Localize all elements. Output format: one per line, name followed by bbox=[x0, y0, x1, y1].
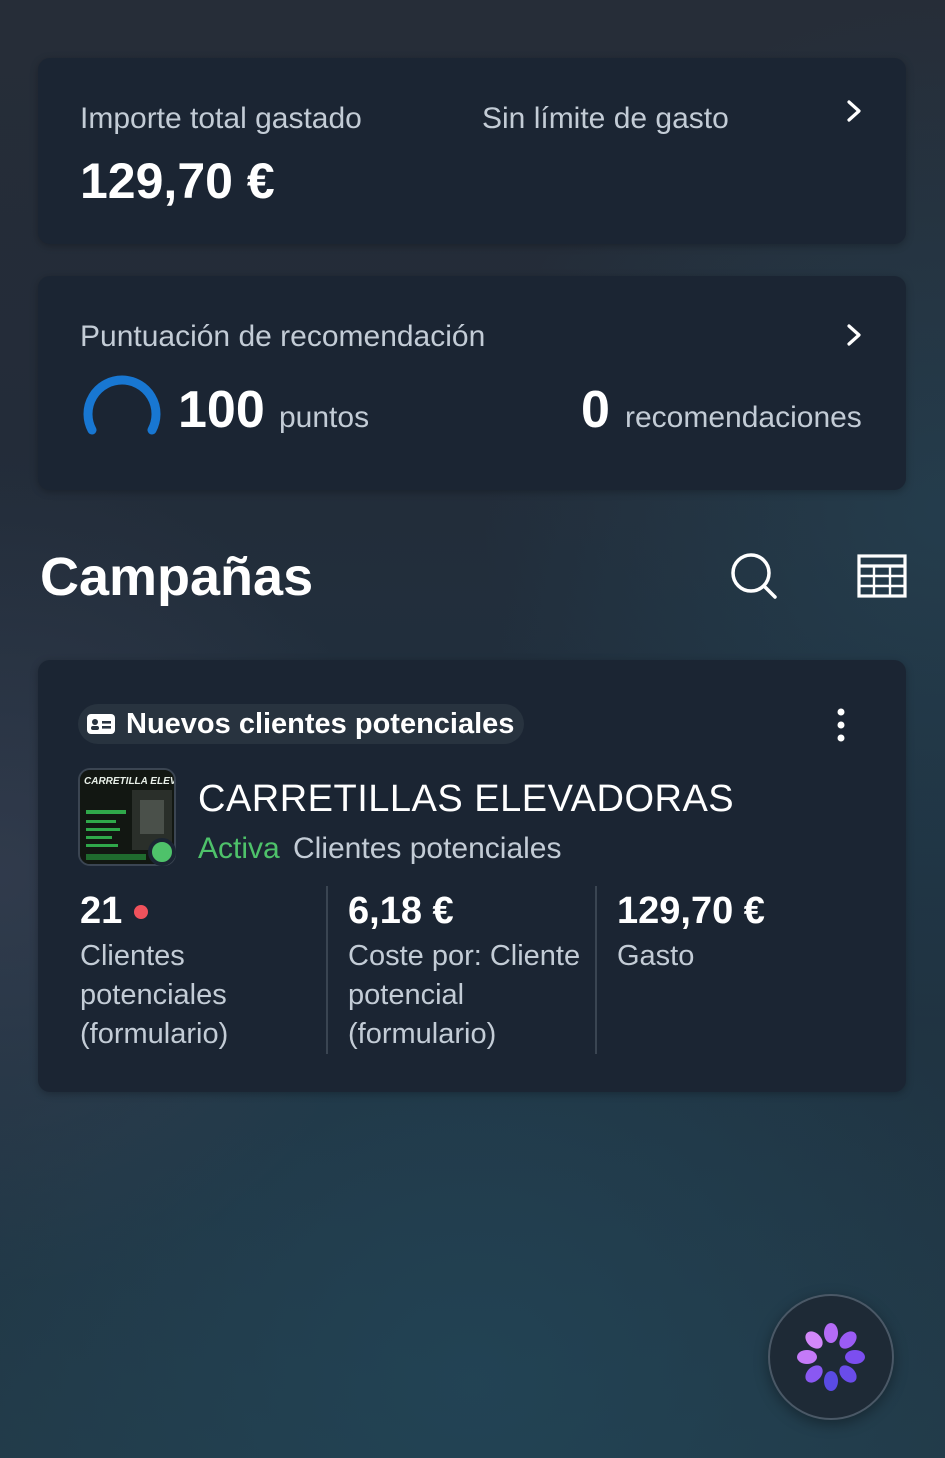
metric-spend: 129,70 € Gasto bbox=[617, 890, 867, 976]
metric-value: 129,70 € bbox=[617, 890, 765, 932]
divider bbox=[326, 886, 328, 1054]
objective-pill: Nuevos clientes potenciales bbox=[78, 704, 525, 744]
metric-label: Gasto bbox=[617, 940, 695, 972]
score-gauge-icon bbox=[82, 368, 162, 438]
campaign-objective: Nuevos clientes potenciales bbox=[126, 707, 515, 740]
ai-assistant-button[interactable] bbox=[768, 1294, 894, 1420]
table-icon[interactable] bbox=[856, 552, 908, 600]
chevron-right-icon[interactable] bbox=[842, 320, 866, 350]
metric-value: 21 bbox=[80, 890, 123, 932]
spend-limit-label: Sin límite de gasto bbox=[482, 102, 729, 135]
ai-assistant-icon bbox=[797, 1323, 865, 1391]
spend-value: 129,70 € bbox=[80, 153, 275, 209]
recommendation-score-card[interactable]: Puntuación de recomendación 100 puntos 0… bbox=[38, 276, 906, 490]
recommendations-count: 0 bbox=[581, 381, 610, 439]
metric-value: 6,18 € bbox=[348, 890, 454, 932]
alert-dot bbox=[134, 904, 149, 919]
lead-card-icon bbox=[86, 712, 116, 736]
metric-label: Clientes potenciales (formulario) bbox=[80, 940, 229, 1050]
score-value: 100 bbox=[178, 381, 265, 439]
chevron-right-icon[interactable] bbox=[842, 96, 866, 126]
metric-cost-per-result: 6,18 € Coste por: Cliente potencial (for… bbox=[348, 890, 598, 1054]
divider bbox=[595, 886, 597, 1054]
thumbnail-text: CARRETILLA ELEVADORA? bbox=[84, 776, 176, 787]
score-label: Puntuación de recomendación bbox=[80, 320, 486, 353]
campaign-name[interactable]: CARRETILLAS ELEVADORAS bbox=[198, 778, 734, 821]
campaigns-title: Campañas bbox=[40, 547, 314, 607]
metric-label: Coste por: Cliente potencial (formulario… bbox=[348, 940, 581, 1050]
status-dot bbox=[148, 838, 176, 866]
campaign-result-type: Clientes potenciales bbox=[293, 832, 562, 865]
spend-label: Importe total gastado bbox=[80, 102, 362, 135]
score-unit: puntos bbox=[279, 401, 370, 434]
more-vertical-icon[interactable] bbox=[830, 706, 852, 744]
spend-summary-card[interactable]: Importe total gastado 129,70 € Sin límit… bbox=[38, 58, 906, 244]
campaign-status: Activa bbox=[198, 832, 280, 865]
campaign-card[interactable]: Nuevos clientes potenciales CARRETILLA E… bbox=[38, 660, 906, 1092]
search-icon[interactable] bbox=[728, 550, 780, 602]
metric-results: 21 Clientes potenciales (formulario) bbox=[80, 890, 320, 1054]
recommendations-unit: recomendaciones bbox=[625, 401, 862, 434]
